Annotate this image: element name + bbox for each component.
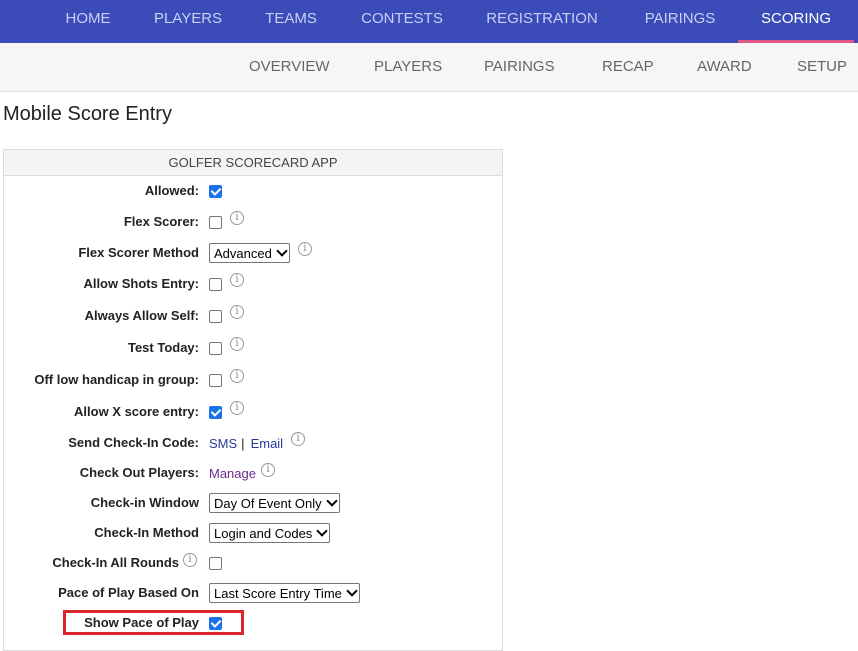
off-low-handicap-checkbox[interactable] xyxy=(209,373,222,387)
send-checkin-code-label: Send Check-In Code: xyxy=(68,435,199,450)
subnav-pairings[interactable]: PAIRINGS xyxy=(484,43,555,91)
row-allowed: Allowed: xyxy=(4,178,502,204)
panel-header: GOLFER SCORECARD APP xyxy=(4,150,502,176)
info-icon[interactable]: i xyxy=(230,273,244,287)
pace-of-play-based-on-value: Last Score Entry Time xyxy=(214,585,342,601)
always-allow-self-checkbox[interactable] xyxy=(209,309,222,323)
allow-shots-entry-checkbox[interactable] xyxy=(209,277,222,291)
pace-of-play-based-on-label: Pace of Play Based On xyxy=(58,585,199,600)
page-title: Mobile Score Entry xyxy=(3,103,172,125)
golfer-scorecard-panel: GOLFER SCORECARD APP Allowed: Flex Score… xyxy=(3,149,503,651)
chevron-down-icon xyxy=(346,585,358,597)
allow-shots-entry-label: Allow Shots Entry: xyxy=(83,276,199,291)
info-icon[interactable]: i xyxy=(183,553,197,567)
flex-scorer-method-value: Advanced xyxy=(214,245,272,261)
allowed-label: Allowed: xyxy=(144,183,199,198)
checkin-method-label: Check-In Method xyxy=(94,525,199,540)
flex-scorer-method-select[interactable]: Advanced xyxy=(209,243,290,263)
info-icon[interactable]: i xyxy=(230,369,244,383)
allow-x-score-checkbox[interactable] xyxy=(209,405,222,419)
show-pace-of-play-label: Show Pace of Play xyxy=(84,615,199,630)
link-separator: | xyxy=(241,435,245,451)
nav-contests[interactable]: CONTESTS xyxy=(355,0,449,40)
info-icon[interactable]: i xyxy=(291,432,306,446)
show-pace-of-play-checkbox[interactable] xyxy=(209,616,222,630)
manage-link[interactable]: Manage xyxy=(209,466,256,481)
allow-x-score-label: Allow X score entry: xyxy=(74,404,199,419)
subnav-recap[interactable]: RECAP xyxy=(602,43,654,91)
row-show-pace-of-play: Show Pace of Play xyxy=(4,610,502,636)
row-check-out-players: Check Out Players: Manage i xyxy=(4,460,502,486)
flex-scorer-label: Flex Scorer: xyxy=(123,214,199,229)
row-checkin-all-rounds: Check-In All Rounds i xyxy=(4,550,502,576)
row-off-low-handicap: Off low handicap in group: i xyxy=(4,367,502,393)
nav-home[interactable]: HOME xyxy=(50,0,126,40)
row-allow-shots-entry: Allow Shots Entry: i xyxy=(4,271,502,297)
checkin-all-rounds-checkbox[interactable] xyxy=(209,556,222,570)
row-always-allow-self: Always Allow Self: i xyxy=(4,303,502,329)
top-nav: HOME PLAYERS TEAMS CONTESTS REGISTRATION… xyxy=(0,0,858,43)
row-allow-x-score: Allow X score entry: i xyxy=(4,399,502,425)
checkin-method-value: Login and Codes xyxy=(214,525,313,541)
chevron-down-icon xyxy=(325,495,338,507)
info-icon[interactable]: i xyxy=(297,242,312,256)
chevron-down-icon xyxy=(276,245,288,257)
row-flex-scorer: Flex Scorer: i xyxy=(4,209,502,235)
checkin-method-select[interactable]: Login and Codes xyxy=(209,523,331,543)
chevron-down-icon xyxy=(316,525,328,537)
info-icon[interactable]: i xyxy=(230,401,244,415)
test-today-checkbox[interactable] xyxy=(209,341,222,355)
subnav-overview[interactable]: OVERVIEW xyxy=(249,43,330,91)
info-icon[interactable]: i xyxy=(260,463,275,477)
row-send-checkin-code: Send Check-In Code: SMS | Email i xyxy=(4,430,502,456)
row-pace-of-play-based-on: Pace of Play Based On Last Score Entry T… xyxy=(4,580,502,606)
nav-teams[interactable]: TEAMS xyxy=(256,0,326,40)
nav-scoring[interactable]: SCORING xyxy=(748,0,844,40)
test-today-label: Test Today: xyxy=(127,340,199,355)
nav-registration[interactable]: REGISTRATION xyxy=(478,0,606,40)
always-allow-self-label: Always Allow Self: xyxy=(84,308,199,323)
row-flex-scorer-method: Flex Scorer Method Advanced i xyxy=(4,240,502,266)
check-out-players-label: Check Out Players: xyxy=(79,465,199,480)
checkin-window-select[interactable]: Day Of Event Only xyxy=(209,493,340,513)
sub-nav: OVERVIEW PLAYERS PAIRINGS RECAP AWARD SE… xyxy=(0,43,858,92)
row-test-today: Test Today: i xyxy=(4,335,502,361)
subnav-setup[interactable]: SETUP xyxy=(797,43,847,91)
sms-link[interactable]: SMS xyxy=(209,436,237,451)
checkin-window-label: Check-in Window xyxy=(90,495,199,510)
flex-scorer-checkbox[interactable] xyxy=(209,215,222,229)
nav-players[interactable]: PLAYERS xyxy=(148,0,228,40)
info-icon[interactable]: i xyxy=(230,337,244,351)
nav-pairings[interactable]: PAIRINGS xyxy=(635,0,725,40)
row-checkin-method: Check-In Method Login and Codes xyxy=(4,520,502,546)
subnav-award[interactable]: AWARD xyxy=(697,43,752,91)
email-link[interactable]: Email xyxy=(251,436,284,451)
checkin-window-value: Day Of Event Only xyxy=(214,495,322,511)
allowed-checkbox[interactable] xyxy=(209,184,222,198)
off-low-handicap-label: Off low handicap in group: xyxy=(34,372,199,387)
info-icon[interactable]: i xyxy=(230,305,244,319)
info-icon[interactable]: i xyxy=(230,211,244,225)
flex-scorer-method-label: Flex Scorer Method xyxy=(78,245,199,260)
pace-of-play-based-on-select[interactable]: Last Score Entry Time xyxy=(209,583,360,603)
checkin-all-rounds-label: Check-In All Rounds xyxy=(52,555,179,570)
row-checkin-window: Check-in Window Day Of Event Only xyxy=(4,490,502,516)
subnav-players[interactable]: PLAYERS xyxy=(374,43,442,91)
